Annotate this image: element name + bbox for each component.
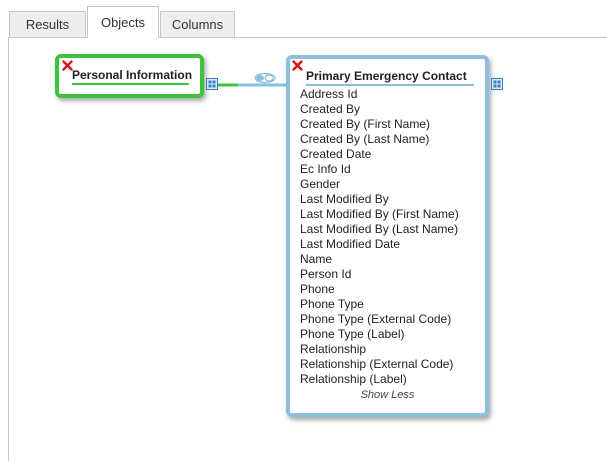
- tab-results[interactable]: Results: [9, 11, 86, 37]
- field-item[interactable]: Created Date: [300, 147, 459, 162]
- object-personal-information[interactable]: Personal Information: [55, 54, 204, 98]
- field-item[interactable]: Name: [300, 252, 459, 267]
- join-link-icon[interactable]: [254, 72, 276, 84]
- field-item[interactable]: Created By (Last Name): [300, 132, 459, 147]
- field-list: Address Id Created By Created By (First …: [300, 87, 459, 387]
- title-underline: [72, 83, 189, 85]
- field-item[interactable]: Relationship (Label): [300, 372, 459, 387]
- close-x-icon[interactable]: [62, 60, 73, 71]
- query-designer: Results Objects Columns Personal Informa…: [0, 0, 607, 461]
- field-item[interactable]: Relationship (External Code): [300, 357, 459, 372]
- show-less-link[interactable]: Show Less: [290, 389, 485, 401]
- field-item[interactable]: Created By: [300, 102, 459, 117]
- object-title[interactable]: Primary Emergency Contact: [306, 69, 467, 83]
- field-item[interactable]: Last Modified By (First Name): [300, 207, 459, 222]
- join-connector[interactable]: [218, 72, 290, 92]
- field-item[interactable]: Ec Info Id: [300, 162, 459, 177]
- field-item[interactable]: Address Id: [300, 87, 459, 102]
- field-item[interactable]: Phone: [300, 282, 459, 297]
- field-item[interactable]: Last Modified By: [300, 192, 459, 207]
- field-item[interactable]: Last Modified Date: [300, 237, 459, 252]
- field-item[interactable]: Gender: [300, 177, 459, 192]
- field-item[interactable]: Phone Type (Label): [300, 327, 459, 342]
- tab-objects[interactable]: Objects: [87, 6, 159, 38]
- close-x-icon[interactable]: [292, 60, 303, 71]
- title-underline: [306, 84, 474, 86]
- field-item[interactable]: Created By (First Name): [300, 117, 459, 132]
- field-item[interactable]: Last Modified By (Last Name): [300, 222, 459, 237]
- tab-bar: Results Objects Columns: [0, 0, 607, 38]
- field-item[interactable]: Person Id: [300, 267, 459, 282]
- tab-columns[interactable]: Columns: [160, 11, 235, 37]
- object-primary-emergency-contact[interactable]: Primary Emergency Contact Address Id Cre…: [286, 55, 489, 417]
- field-item[interactable]: Relationship: [300, 342, 459, 357]
- grid-columns-icon[interactable]: [206, 78, 218, 90]
- field-item[interactable]: Phone Type (External Code): [300, 312, 459, 327]
- grid-columns-icon[interactable]: [491, 78, 503, 90]
- field-item[interactable]: Phone Type: [300, 297, 459, 312]
- object-title[interactable]: Personal Information: [72, 68, 192, 82]
